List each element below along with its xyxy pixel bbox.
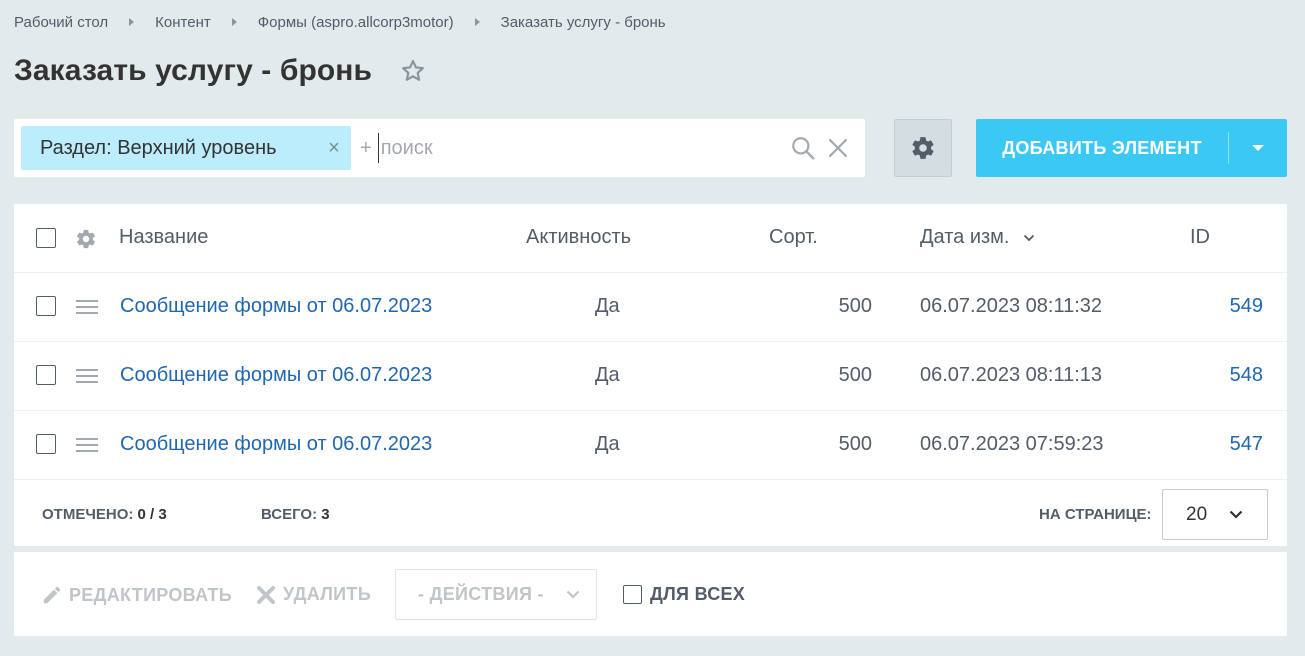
row-name-link[interactable]: Сообщение формы от 06.07.2023	[120, 433, 432, 456]
row-checkbox[interactable]	[36, 365, 56, 385]
table-row[interactable]: Сообщение формы от 06.07.2023 Да 500 06.…	[14, 342, 1287, 411]
selected-counter: ОТМЕЧЕНО: 0 / 3	[42, 506, 167, 523]
column-header-id[interactable]: ID	[1190, 226, 1210, 249]
row-id-link[interactable]: 549	[1230, 295, 1263, 318]
edit-label: РЕДАКТИРОВАТЬ	[69, 584, 233, 605]
row-date: 06.07.2023 08:11:32	[920, 295, 1103, 317]
breadcrumb-separator-icon	[129, 18, 135, 26]
row-checkbox[interactable]	[36, 296, 56, 316]
gear-icon	[912, 137, 934, 159]
page-size-select[interactable]: 20	[1162, 489, 1268, 540]
selected-value: 0 / 3	[137, 506, 167, 523]
delete-label: УДАЛИТЬ	[283, 584, 371, 604]
column-header-sort[interactable]: Сорт.	[769, 226, 818, 249]
column-header-name[interactable]: Название	[119, 226, 208, 249]
table-row[interactable]: Сообщение формы от 06.07.2023 Да 500 06.…	[14, 411, 1287, 480]
row-id-link[interactable]: 547	[1230, 433, 1263, 456]
table-row[interactable]: Сообщение формы от 06.07.2023 Да 500 06.…	[14, 273, 1287, 342]
row-checkbox[interactable]	[36, 434, 56, 454]
total-label: ВСЕГО:	[261, 506, 318, 523]
filter-chip-label: Раздел: Верхний уровень	[40, 136, 277, 159]
for-all-label: ДЛЯ ВСЕХ	[650, 584, 746, 604]
chevron-down-icon	[566, 590, 580, 599]
row-sort: 500	[838, 364, 872, 386]
pencil-icon	[43, 586, 61, 604]
star-icon[interactable]	[400, 58, 426, 84]
breadcrumb-forms[interactable]: Формы (aspro.allcorp3motor)	[258, 14, 454, 31]
filter-search-bar[interactable]: Раздел: Верхний уровень × +	[14, 119, 865, 177]
breadcrumb-separator-icon	[231, 18, 237, 26]
search-input[interactable]	[377, 133, 778, 163]
select-all-checkbox[interactable]	[36, 228, 56, 248]
drag-handle-icon[interactable]	[76, 299, 98, 315]
row-active: Да	[595, 433, 620, 455]
actions-select[interactable]: - ДЕЙСТВИЯ -	[395, 569, 597, 620]
table-header: Название Активность Сорт. Дата изм. ID	[14, 204, 1287, 273]
edit-button[interactable]: РЕДАКТИРОВАТЬ	[41, 584, 232, 606]
row-name-link[interactable]: Сообщение формы от 06.07.2023	[120, 295, 432, 318]
search-icon[interactable]	[790, 135, 816, 161]
for-all-toggle[interactable]: ДЛЯ ВСЕХ	[623, 584, 745, 605]
row-active: Да	[595, 295, 620, 317]
column-header-date: Дата изм.	[920, 226, 1010, 248]
chevron-down-icon	[1252, 145, 1264, 151]
row-date: 06.07.2023 07:59:23	[920, 433, 1104, 455]
grid-footer: ОТМЕЧЕНО: 0 / 3 ВСЕГО: 3 НА СТРАНИЦЕ: 20	[14, 480, 1287, 546]
add-element-label: ДОБАВИТЬ ЭЛЕМЕНТ	[1002, 137, 1202, 158]
page-title: Заказать услугу - бронь	[14, 54, 373, 87]
row-id-link[interactable]: 548	[1230, 364, 1263, 387]
delete-button[interactable]: УДАЛИТЬ	[256, 584, 371, 605]
breadcrumb: Рабочий стол Контент Формы (aspro.allcor…	[14, 12, 666, 32]
row-sort: 500	[838, 433, 872, 455]
per-page-label: НА СТРАНИЦЕ:	[1039, 506, 1152, 523]
close-icon	[257, 585, 275, 604]
chevron-down-icon	[1023, 234, 1035, 241]
selected-label: ОТМЕЧЕНО:	[42, 506, 134, 523]
add-filter-plus: +	[360, 136, 372, 159]
title-row: Заказать услугу - бронь	[14, 54, 426, 88]
page-size-value: 20	[1186, 503, 1208, 525]
column-header-date-wrap[interactable]: Дата изм.	[920, 226, 1035, 249]
add-element-menu-button[interactable]	[1229, 144, 1287, 152]
row-sort: 500	[838, 295, 872, 317]
actions-select-value: - ДЕЙСТВИЯ -	[418, 584, 544, 604]
chip-close-icon[interactable]: ×	[325, 137, 343, 160]
total-value: 3	[321, 506, 330, 523]
group-actions-panel: РЕДАКТИРОВАТЬ УДАЛИТЬ - ДЕЙСТВИЯ - ДЛЯ В…	[14, 552, 1287, 636]
drag-handle-icon[interactable]	[76, 437, 98, 453]
gear-icon[interactable]	[75, 228, 97, 250]
row-name-link[interactable]: Сообщение формы от 06.07.2023	[120, 364, 432, 387]
for-all-checkbox[interactable]	[623, 585, 642, 604]
breadcrumb-separator-icon	[474, 18, 480, 26]
total-counter: ВСЕГО: 3	[261, 506, 330, 523]
filter-chip[interactable]: Раздел: Верхний уровень ×	[21, 126, 351, 170]
breadcrumb-desktop[interactable]: Рабочий стол	[14, 14, 108, 31]
settings-button[interactable]	[894, 119, 952, 177]
row-date: 06.07.2023 08:11:13	[920, 364, 1103, 386]
column-header-active[interactable]: Активность	[526, 226, 631, 249]
elements-grid: Название Активность Сорт. Дата изм. ID С…	[14, 204, 1287, 546]
chevron-down-icon	[1229, 510, 1243, 519]
drag-handle-icon[interactable]	[76, 368, 98, 384]
row-active: Да	[595, 364, 620, 386]
breadcrumb-current[interactable]: Заказать услугу - бронь	[501, 14, 666, 31]
close-icon[interactable]	[826, 136, 850, 160]
add-element-button[interactable]: ДОБАВИТЬ ЭЛЕМЕНТ	[976, 119, 1287, 177]
breadcrumb-content[interactable]: Контент	[155, 14, 211, 31]
